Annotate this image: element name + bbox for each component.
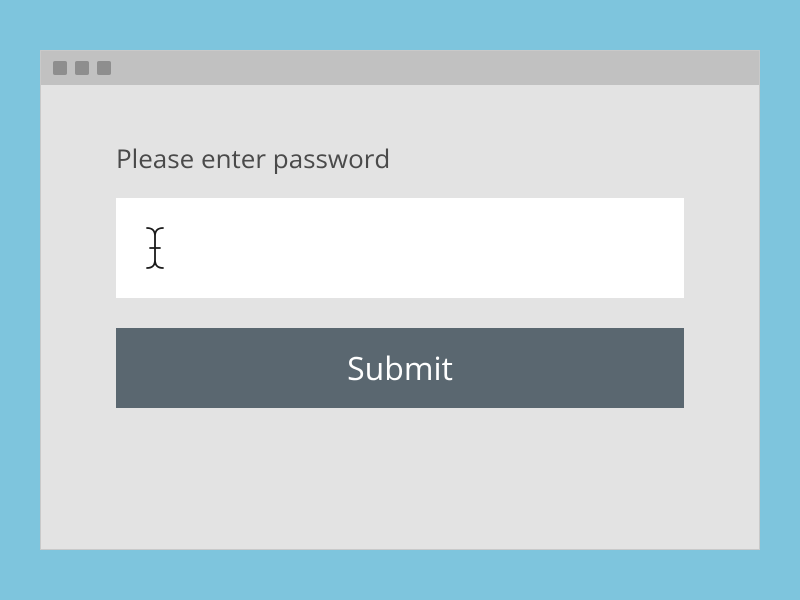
window-control-dot[interactable] <box>97 61 111 75</box>
window-titlebar <box>41 51 759 85</box>
form-content: Please enter password Submit <box>41 85 759 549</box>
submit-button[interactable]: Submit <box>116 328 684 408</box>
window: Please enter password Submit <box>40 50 760 550</box>
password-label: Please enter password <box>116 140 684 176</box>
password-input-wrapper <box>116 198 684 298</box>
submit-button-label: Submit <box>347 347 453 390</box>
password-input[interactable] <box>116 198 684 298</box>
window-control-dot[interactable] <box>75 61 89 75</box>
window-control-dot[interactable] <box>53 61 67 75</box>
